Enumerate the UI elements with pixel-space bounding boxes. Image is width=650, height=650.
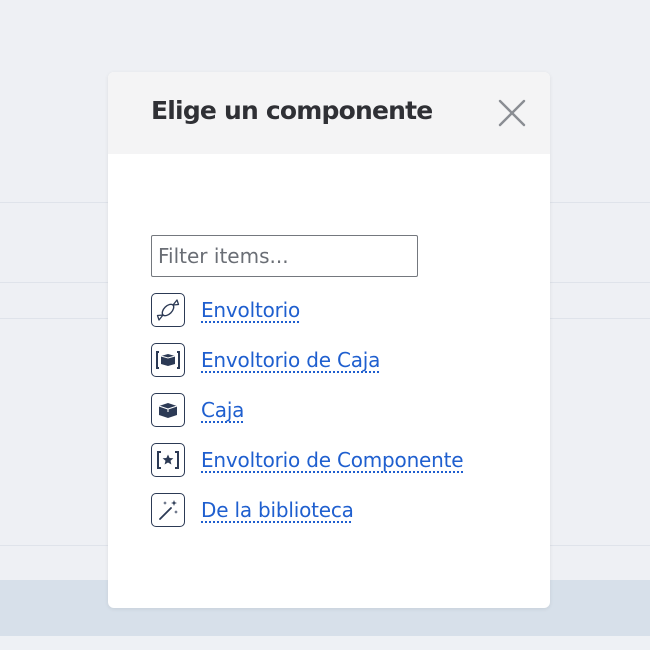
list-item-label[interactable]: Caja <box>201 398 244 422</box>
magic-wand-icon <box>151 493 185 527</box>
component-wrapper-icon <box>151 443 185 477</box>
list-item-envoltorio-de-caja[interactable]: Envoltorio de Caja <box>151 342 380 378</box>
list-item-label[interactable]: Envoltorio de Caja <box>201 348 380 372</box>
list-item-envoltorio[interactable]: Envoltorio <box>151 292 300 328</box>
modal-header: Elige un componente <box>108 72 550 154</box>
list-item-label[interactable]: De la biblioteca <box>201 498 354 522</box>
filter-input[interactable] <box>151 235 418 277</box>
modal-title: Elige un componente <box>151 96 433 125</box>
close-button[interactable] <box>496 97 528 129</box>
close-icon <box>498 99 526 127</box>
list-item-de-la-biblioteca[interactable]: De la biblioteca <box>151 492 354 528</box>
list-item-caja[interactable]: Caja <box>151 392 244 428</box>
box-wrapper-icon <box>151 343 185 377</box>
list-item-label[interactable]: Envoltorio <box>201 298 300 322</box>
wrapper-icon <box>151 293 185 327</box>
box-icon <box>151 393 185 427</box>
background-footer <box>0 636 650 650</box>
component-picker-modal: Elige un componente Envoltorio <box>108 72 550 608</box>
list-item-envoltorio-de-componente[interactable]: Envoltorio de Componente <box>151 442 464 478</box>
list-item-label[interactable]: Envoltorio de Componente <box>201 448 464 472</box>
